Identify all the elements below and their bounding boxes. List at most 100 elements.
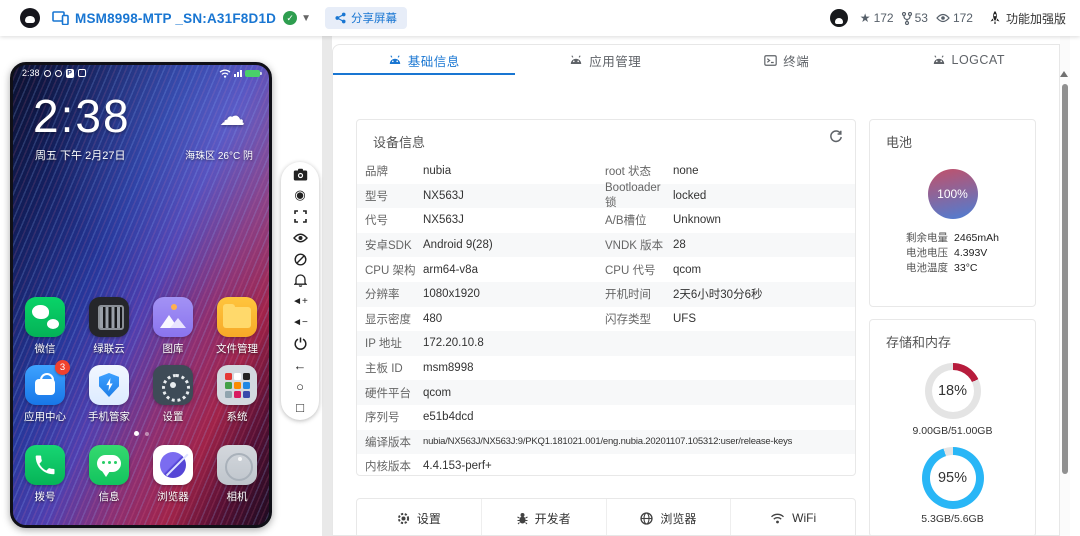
app-dialer[interactable]: 拨号 [13,445,77,504]
app-store-icon: 3 [25,365,65,405]
table-row: 显示密度480闪存类型UFS [357,307,855,332]
memory-usage-caption: 5.3GB/5.6GB [870,513,1035,525]
share-screen-button[interactable]: 分享屏幕 [325,7,407,29]
globe-icon [640,512,653,525]
control-toolbar: ◉ ◄+ ◄− ← ○ □ [281,162,319,420]
terminal-icon [764,55,777,66]
power-button[interactable] [291,335,309,353]
android-icon [569,55,583,65]
app-file-manager[interactable]: 文件管理 [205,297,269,356]
app-gallery[interactable]: 图库 [141,297,205,356]
app-phone-guard[interactable]: 手机管家 [77,365,141,424]
battery-level-gauge: 100% [928,169,978,219]
table-row: 分辨率1080x1920开机时间2天6小时30分6秒 [357,282,855,307]
app-system-folder[interactable]: 系统 [205,365,269,424]
fork-icon [902,12,912,25]
table-row: 序列号e51b4dcd [357,405,855,430]
app-nas-cloud[interactable]: 绿联云 [77,297,141,356]
star-icon: ★ [860,11,871,25]
scrollbar-thumb[interactable] [1062,84,1068,474]
table-row: 型号NX563JBootloader 锁locked [357,184,855,209]
phone-status-bar: 2:38 P [13,65,269,81]
open-browser-button[interactable]: 浏览器 [606,499,731,536]
github-forks[interactable]: 53 [902,11,928,25]
open-wifi-button[interactable]: WiFi [730,499,855,536]
table-row: 编译版本nubia/NX563J/NX563J:9/PKQ1.181021.00… [357,430,855,455]
enhanced-version-button[interactable]: 功能加强版 [989,10,1066,27]
app-browser[interactable]: 浏览器 [141,445,205,504]
gear-icon [397,512,410,525]
volume-up-button[interactable]: ◄+ [291,293,309,311]
open-developer-button[interactable]: 开发者 [481,499,606,536]
notifications-button[interactable] [291,271,309,289]
eye-icon [936,13,950,23]
github-icon[interactable] [830,9,848,27]
content-panel: 基础信息 应用管理 终端 LOGCAT 设备信息 品牌nubiaroot 状态n… [332,44,1060,536]
active-tab-indicator [333,73,515,75]
tab-app-management[interactable]: 应用管理 [515,45,697,75]
blank-screen-button[interactable] [291,250,309,268]
enhanced-version-label: 功能加强版 [1006,10,1066,27]
card-title: 电池 [870,120,1035,159]
battery-details: 剩余电量2465mAh 电池电压4.393V 电池温度33°C [906,231,999,276]
folder-icon [217,297,257,337]
signal-icon [234,70,242,77]
device-info-table: 品牌nubiaroot 状态none 型号NX563JBootloader 锁l… [357,159,855,479]
message-icon [89,445,129,485]
clock-widget: 2:38 [33,89,131,143]
share-icon [335,12,346,24]
tab-basic-info[interactable]: 基础信息 [333,45,515,75]
gear-icon [153,365,193,405]
volume-down-button[interactable]: ◄− [291,314,309,332]
rocket-icon [989,11,1001,25]
recent-apps-button[interactable]: □ [291,399,309,417]
memory-usage-donut: 95% [922,447,984,509]
status-time: 2:38 [22,68,40,78]
nas-icon [89,297,129,337]
screenshot-button[interactable] [291,165,309,183]
shield-icon [89,365,129,405]
chevron-down-icon[interactable]: ▼ [301,13,311,24]
table-row: 品牌nubiaroot 状态none [357,159,855,184]
verified-badge-icon: ✓ [283,11,297,25]
github-watchers[interactable]: 172 [936,11,973,25]
device-info-card: 设备信息 品牌nubiaroot 状态none 型号NX563JBootload… [356,119,856,476]
app-app-center[interactable]: 3应用中心 [13,365,77,424]
phone-icon [25,445,65,485]
open-settings-button[interactable]: 设置 [357,499,481,536]
weather-text: 海珠区 26°C 阴 [185,147,253,162]
table-row: CPU 架构arm64-v8aCPU 代号qcom [357,257,855,282]
panel-divider [322,36,332,536]
page-indicator-dots [13,431,269,436]
weather-cloud-icon: ☁ [219,101,245,132]
device-icon [52,11,69,25]
screen-record-button[interactable]: ◉ [291,186,309,204]
table-row: IP 地址172.20.10.8 [357,331,855,356]
fullscreen-button[interactable] [291,208,309,226]
android-icon [388,55,402,65]
home-button[interactable]: ○ [291,377,309,395]
app-logo-icon[interactable] [20,8,40,28]
app-camera[interactable]: 相机 [205,445,269,504]
card-title: 设备信息 [357,120,855,159]
app-settings[interactable]: 设置 [141,365,205,424]
github-stars[interactable]: ★172 [860,11,894,25]
table-row: 内核版本4.4.153-perf+ [357,454,855,479]
tab-logcat[interactable]: LOGCAT [878,45,1060,75]
wechat-icon [25,297,65,337]
bug-icon [517,512,528,525]
memory-usage-percent: 95% [922,447,984,509]
refresh-icon[interactable] [829,130,843,149]
disk-usage-caption: 9.00GB/51.00GB [870,425,1035,437]
app-header: MSM8998-MTP _SN:A31F8D1D ✓ ▼ 分享屏幕 ★172 5… [0,0,1080,36]
notification-badge: 3 [55,360,70,375]
phone-mirror-screen[interactable]: 2:38 P 2:38 周五 下午 2月27日 ☁ 海珠区 26°C 阴 微信 … [10,62,272,528]
back-button[interactable]: ← [291,356,309,374]
show-screen-button[interactable] [291,229,309,247]
app-messages[interactable]: 信息 [77,445,141,504]
scroll-up-arrow[interactable] [1060,71,1068,77]
tab-terminal[interactable]: 终端 [696,45,878,75]
compass-icon [153,445,193,485]
app-wechat[interactable]: 微信 [13,297,77,356]
battery-card: 电池 100% 剩余电量2465mAh 电池电压4.393V 电池温度33°C [869,119,1036,307]
